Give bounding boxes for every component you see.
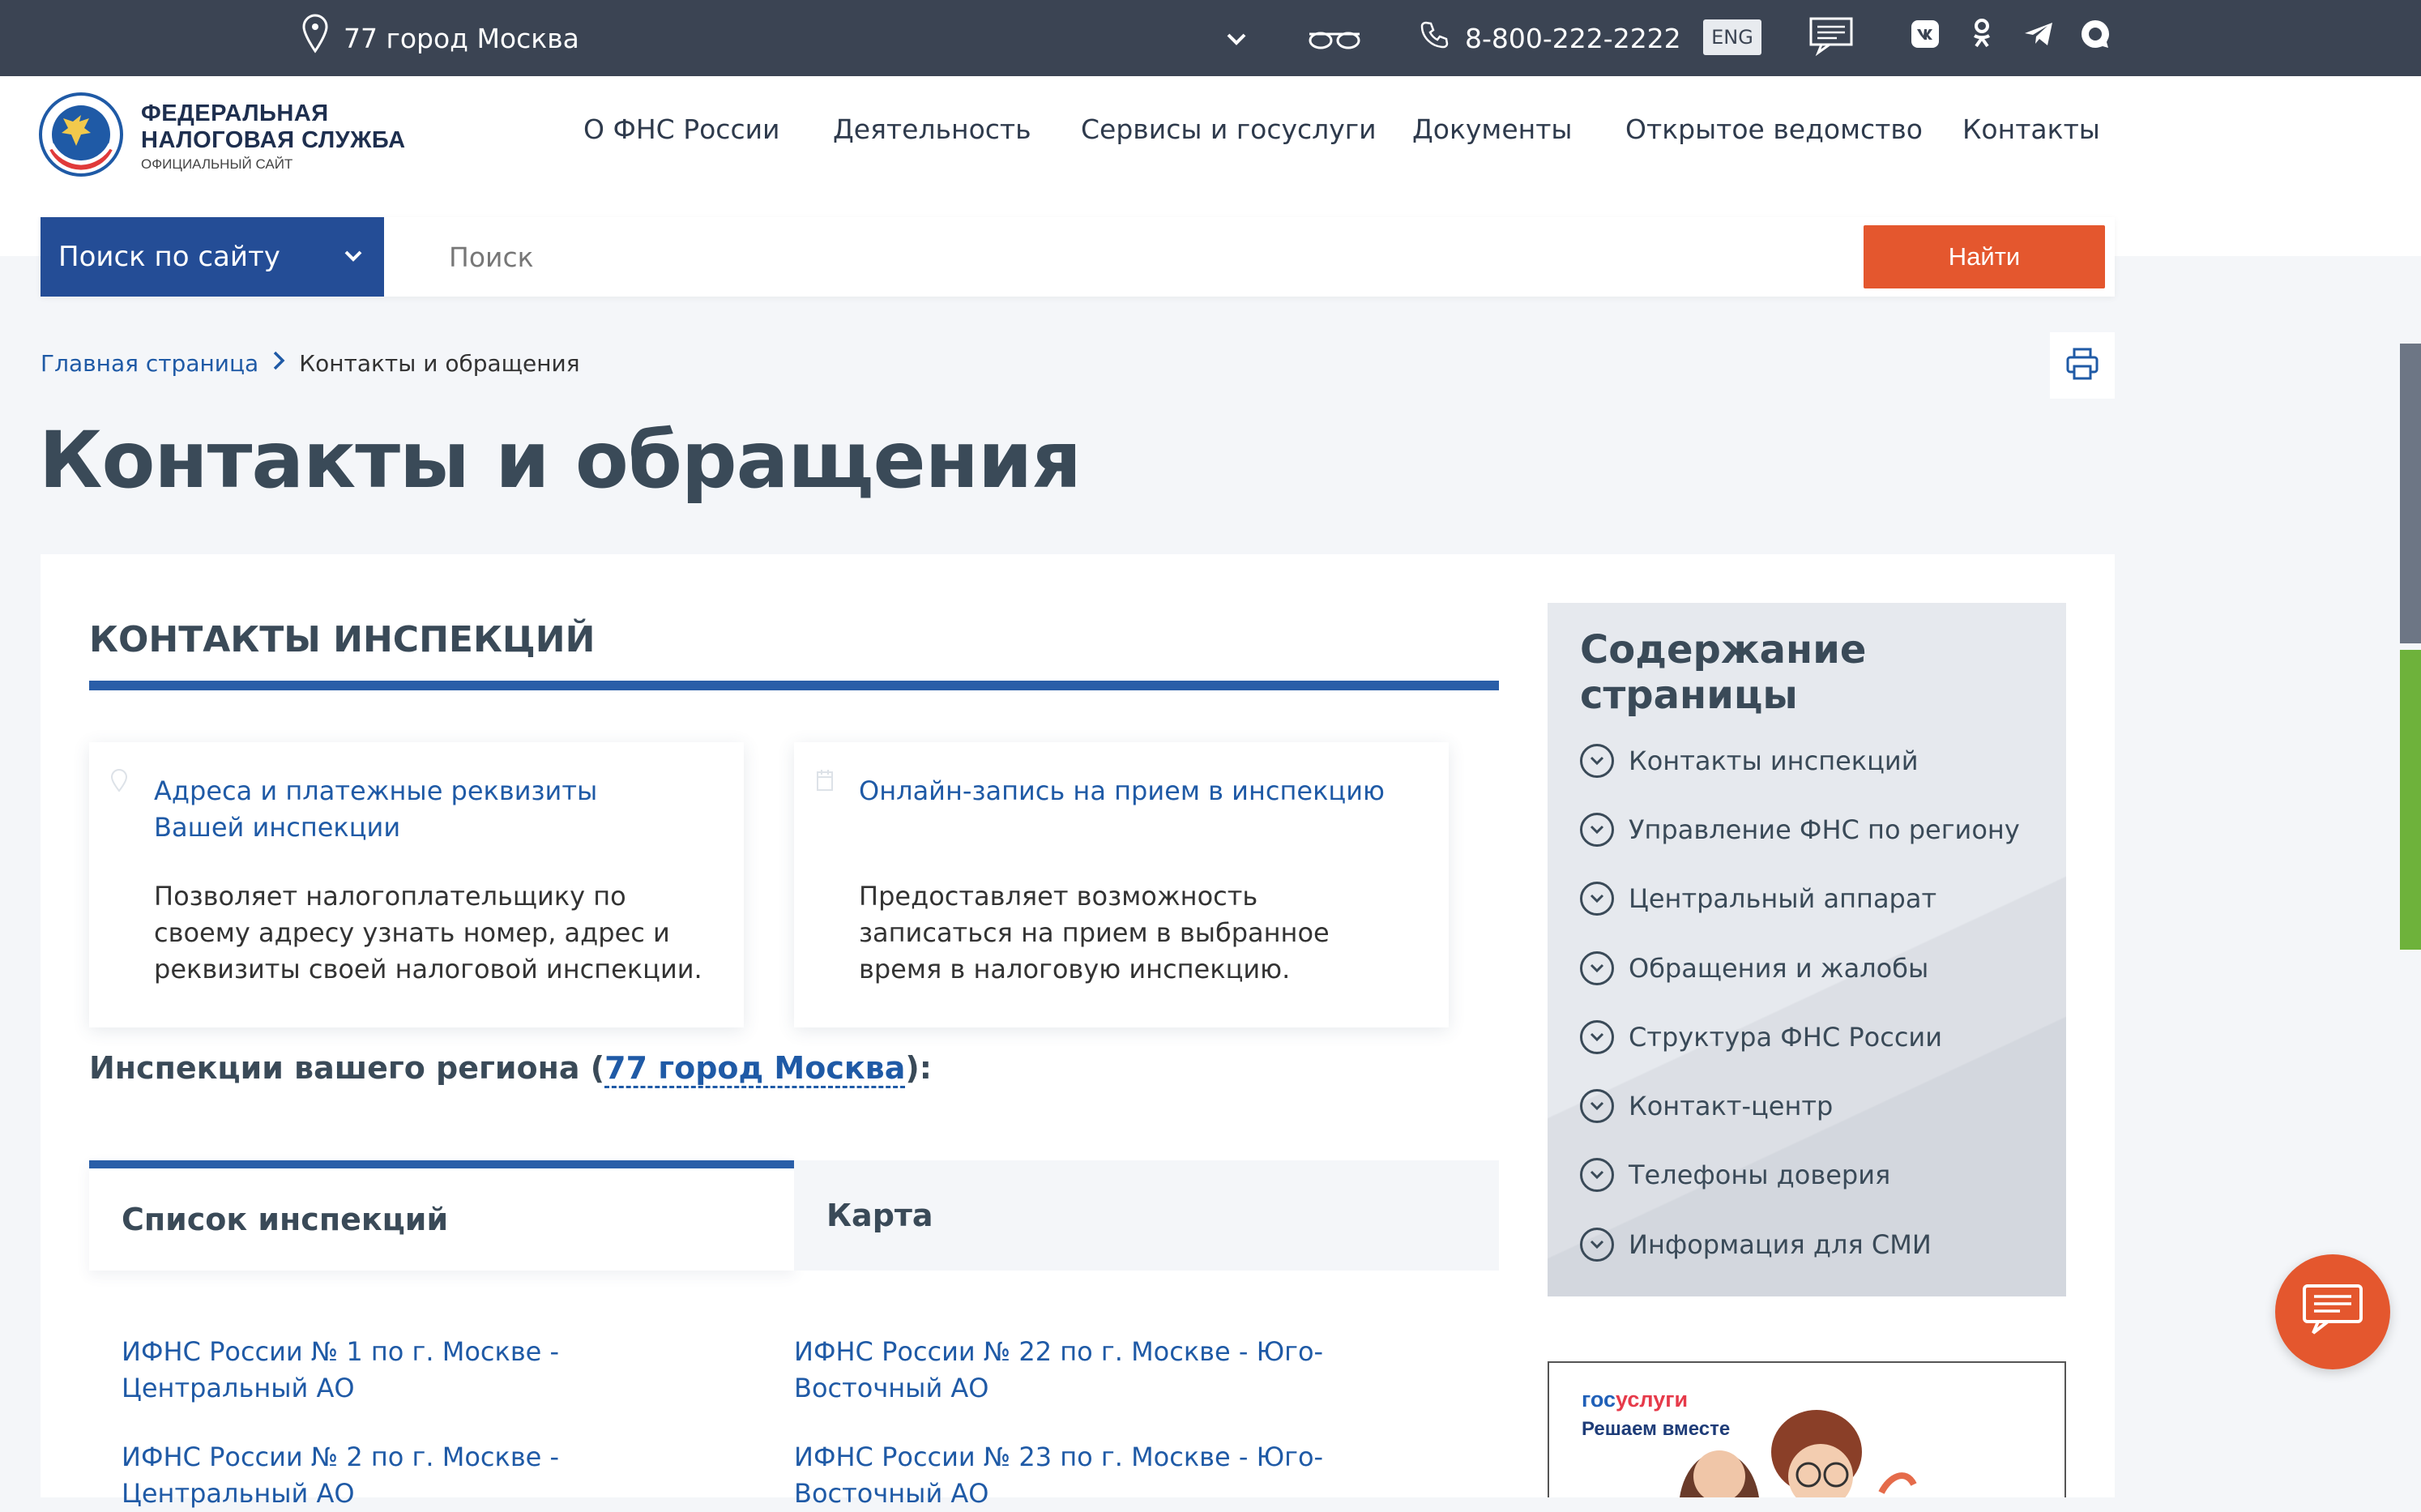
nav-services[interactable]: Сервисы и госуслуги [1081, 113, 1377, 145]
section-title: КОНТАКТЫ ИНСПЕКЦИЙ [89, 619, 596, 660]
telegram-icon[interactable] [2022, 18, 2055, 50]
tab-list[interactable]: Список инспекций [89, 1160, 794, 1271]
contents-item[interactable]: Информация для СМИ [1580, 1210, 2020, 1279]
nav-documents[interactable]: Документы [1412, 113, 1572, 145]
search-scope-label: Поиск по сайту [58, 241, 280, 273]
breadcrumb-current: Контакты и обращения [299, 350, 580, 377]
contents-item[interactable]: Контакт-центр [1580, 1071, 2020, 1140]
chevron-down-circle-icon [1580, 1089, 1614, 1124]
page-title: Контакты и обращения [39, 415, 1082, 506]
top-bar: 77 город Москва 8-800-222-2222 ENG [0, 0, 2421, 76]
fns-emblem-icon [39, 88, 123, 185]
chevron-down-icon[interactable] [1222, 24, 1251, 57]
logo-line-1: ФЕДЕРАЛЬНАЯ [141, 100, 329, 126]
contents-item[interactable]: Управление ФНС по региону [1580, 795, 2020, 864]
inspection-link[interactable]: ИФНС России № 23 по г. Москве - Юго-Вост… [794, 1439, 1426, 1512]
vk-icon[interactable] [1909, 18, 1941, 50]
breadcrumb: Главная страница Контакты и обращения [41, 350, 580, 377]
chevron-down-circle-icon [1580, 743, 1614, 778]
service-card-addresses[interactable]: Адреса и платежные реквизиты Вашей инспе… [89, 742, 744, 1027]
contents-item[interactable]: Телефоны доверия [1580, 1141, 2020, 1210]
region-label: 77 город Москва [344, 22, 579, 54]
printer-icon [2065, 347, 2099, 384]
location-pin-icon [301, 13, 329, 63]
nav-open-agency[interactable]: Открытое ведомство [1625, 113, 1923, 145]
chevron-down-circle-icon [1580, 950, 1614, 985]
region-selector[interactable]: 77 город Москва [301, 0, 579, 76]
side-tab-green[interactable] [2400, 650, 2421, 950]
social-links [1909, 18, 2111, 50]
content-card: КОНТАКТЫ ИНСПЕКЦИЙ Адреса и платежные ре… [41, 554, 2115, 1509]
site-logo[interactable]: ФЕДЕРАЛЬНАЯ НАЛОГОВАЯ СЛУЖБА ОФИЦИАЛЬНЫЙ… [39, 88, 406, 185]
search-bar: Поиск по сайту Найти [41, 217, 2115, 297]
search-input[interactable] [384, 217, 1899, 297]
chevron-down-circle-icon [1580, 1158, 1614, 1193]
side-tab-accessibility[interactable] [2400, 344, 2421, 643]
chevron-right-icon [270, 350, 288, 377]
inspection-tabs: Список инспекций Карта [89, 1160, 1499, 1271]
contents-item-label: Управление ФНС по региону [1629, 814, 2020, 845]
chevron-down-circle-icon [1580, 1019, 1614, 1054]
chevron-down-icon [340, 243, 366, 276]
language-switch[interactable]: ENG [1703, 19, 1761, 55]
tab-map[interactable]: Карта [794, 1160, 1499, 1271]
region-change-link[interactable]: 77 город Москва [604, 1050, 906, 1088]
logo-line-3: ОФИЦИАЛЬНЫЙ САЙТ [141, 156, 293, 172]
contents-item-label: Телефоны доверия [1629, 1160, 1891, 1191]
contents-item-label: Контакты инспекций [1629, 745, 1919, 776]
contents-item-label: Информация для СМИ [1629, 1228, 1932, 1260]
odnoklassniki-icon[interactable] [1966, 18, 1998, 50]
contents-item-label: Контакт-центр [1629, 1091, 1834, 1122]
chat-button[interactable] [2275, 1254, 2390, 1369]
page-contents: Содержание страницы Контакты инспекций У… [1548, 603, 2066, 1296]
service-link[interactable]: Онлайн-запись на прием в инспекцию [859, 773, 1394, 809]
contents-item[interactable]: Центральный аппарат [1580, 865, 2020, 933]
breadcrumb-home[interactable]: Главная страница [41, 350, 258, 377]
service-description: Позволяет налогоплательщику по своему ад… [154, 881, 702, 985]
contents-list: Контакты инспекций Управление ФНС по рег… [1580, 726, 2020, 1279]
chat-icon [2300, 1282, 2365, 1342]
nav-activity[interactable]: Деятельность [833, 113, 1031, 145]
chevron-down-circle-icon [1580, 812, 1614, 847]
phone-number: 8-800-222-2222 [1465, 22, 1681, 54]
gosuslugi-banner[interactable]: госуслуги Решаем вместе [1548, 1361, 2066, 1497]
banner-illustration [1680, 1410, 1917, 1497]
service-card-appointment[interactable]: Онлайн-запись на прием в инспекцию Предо… [794, 742, 1449, 1027]
location-pin-icon [110, 768, 128, 796]
contents-item[interactable]: Контакты инспекций [1580, 726, 2020, 795]
glasses-icon[interactable] [1306, 23, 1363, 58]
contents-item-label: Структура ФНС России [1629, 1021, 1943, 1053]
print-button[interactable] [2050, 332, 2115, 399]
inspection-link[interactable]: ИФНС России № 2 по г. Москве - Центральн… [122, 1439, 754, 1512]
service-description: Предоставляет возможность записаться на … [859, 881, 1330, 985]
inspection-link[interactable]: ИФНС России № 22 по г. Москве - Юго-Вост… [794, 1334, 1426, 1407]
messenger-icon[interactable] [2079, 18, 2111, 50]
region-heading-suffix: ): [905, 1050, 932, 1086]
section-divider [89, 681, 1499, 690]
contents-item-label: Обращения и жалобы [1629, 952, 1929, 984]
nav-contacts[interactable]: Контакты [1962, 113, 2100, 145]
logo-line-2: НАЛОГОВАЯ СЛУЖБА [141, 126, 406, 153]
contents-item[interactable]: Обращения и жалобы [1580, 933, 2020, 1002]
chevron-down-circle-icon [1580, 882, 1614, 916]
contents-item-label: Центральный аппарат [1629, 883, 1937, 915]
region-heading: Инспекции вашего региона ( 77 город Моск… [89, 1050, 932, 1088]
phone-icon [1420, 20, 1449, 56]
search-button[interactable]: Найти [1864, 225, 2105, 288]
calendar-icon [815, 768, 835, 796]
contents-title: Содержание страницы [1580, 627, 1867, 718]
feedback-icon[interactable] [1808, 16, 1854, 60]
inspection-link[interactable]: ИФНС России № 1 по г. Москве - Центральн… [122, 1334, 754, 1407]
nav-about[interactable]: О ФНС России [583, 113, 780, 145]
region-heading-prefix: Инспекции вашего региона ( [89, 1050, 605, 1086]
contents-item[interactable]: Структура ФНС России [1580, 1002, 2020, 1071]
service-link[interactable]: Адреса и платежные реквизиты Вашей инспе… [154, 773, 689, 846]
hotline-phone[interactable]: 8-800-222-2222 [1420, 0, 1681, 76]
chevron-down-circle-icon [1580, 1227, 1614, 1262]
search-scope-select[interactable]: Поиск по сайту [41, 217, 384, 297]
